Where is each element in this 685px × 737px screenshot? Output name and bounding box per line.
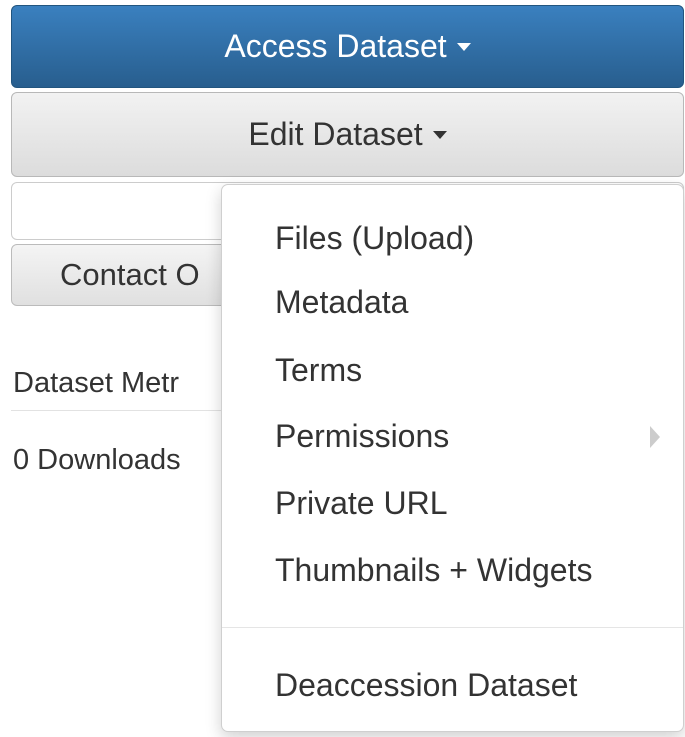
menu-divider bbox=[222, 627, 683, 628]
edit-dataset-button[interactable]: Edit Dataset bbox=[11, 92, 684, 177]
menu-item-deaccession-dataset[interactable]: Deaccession Dataset bbox=[275, 667, 577, 704]
menu-item-private-url[interactable]: Private URL bbox=[275, 485, 448, 522]
menu-item-metadata[interactable]: Metadata bbox=[275, 284, 408, 321]
caret-down-icon bbox=[456, 42, 471, 51]
caret-down-icon bbox=[432, 130, 447, 139]
menu-item-thumbnails-widgets[interactable]: Thumbnails + Widgets bbox=[275, 552, 592, 589]
menu-item-permissions[interactable]: Permissions bbox=[275, 418, 449, 455]
edit-dataset-menu: Files (Upload) Metadata Terms Permission… bbox=[221, 184, 684, 732]
access-dataset-label: Access Dataset bbox=[224, 28, 447, 64]
chevron-right-icon bbox=[650, 426, 660, 448]
dataset-metrics-title: Dataset Metr bbox=[13, 367, 179, 399]
downloads-count: 0 Downloads bbox=[13, 444, 181, 476]
contact-button-label: Contact O bbox=[60, 257, 200, 292]
menu-item-files-upload[interactable]: Files (Upload) bbox=[275, 220, 474, 257]
menu-item-terms[interactable]: Terms bbox=[275, 352, 362, 389]
access-dataset-button[interactable]: Access Dataset bbox=[11, 5, 684, 88]
edit-dataset-label: Edit Dataset bbox=[248, 116, 423, 152]
